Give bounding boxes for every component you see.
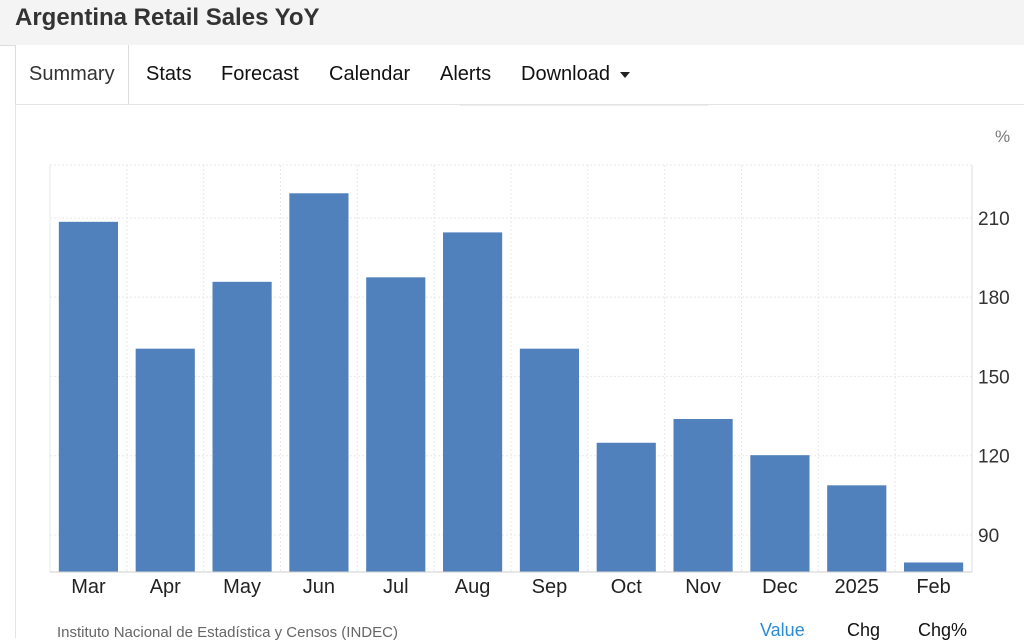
bar xyxy=(289,193,349,572)
y-tick-label: 210 xyxy=(978,209,1010,230)
x-tick-label: Sep xyxy=(532,576,568,598)
x-tick-label: May xyxy=(223,576,261,598)
x-tick-label: Dec xyxy=(762,576,798,598)
bar-chart: 90 120 150 180 210 Mar Apr May Jun Jul Aug Sep Oct No… xyxy=(49,164,1010,598)
bar xyxy=(673,418,733,572)
x-tick-label: Jun xyxy=(303,576,335,598)
bar xyxy=(58,221,118,573)
source-text: Instituto Nacional de Estadística y Cens… xyxy=(57,624,398,641)
bar xyxy=(750,455,810,572)
y-tick-label: 180 xyxy=(978,288,1010,309)
x-tick-label: 2025 xyxy=(835,576,880,598)
x-tick-label: Oct xyxy=(611,576,643,598)
bar xyxy=(212,281,272,572)
bar xyxy=(443,232,503,572)
x-tick-label: Aug xyxy=(455,576,491,598)
unit-label: % xyxy=(995,127,1011,146)
x-tick-label: Nov xyxy=(685,576,721,598)
x-tick-label: Jul xyxy=(383,576,409,598)
bar xyxy=(827,485,887,572)
bar xyxy=(366,277,426,572)
bar xyxy=(135,348,195,572)
bar xyxy=(519,348,579,572)
x-tick-label: Feb xyxy=(916,576,950,598)
bar xyxy=(904,562,964,572)
x-tick-label: Apr xyxy=(150,576,181,598)
y-tick-label: 120 xyxy=(978,447,1010,468)
y-tick-label: 90 xyxy=(978,526,999,547)
y-tick-label: 150 xyxy=(978,367,1010,388)
x-tick-label: Mar xyxy=(71,576,106,598)
bar xyxy=(596,442,656,572)
